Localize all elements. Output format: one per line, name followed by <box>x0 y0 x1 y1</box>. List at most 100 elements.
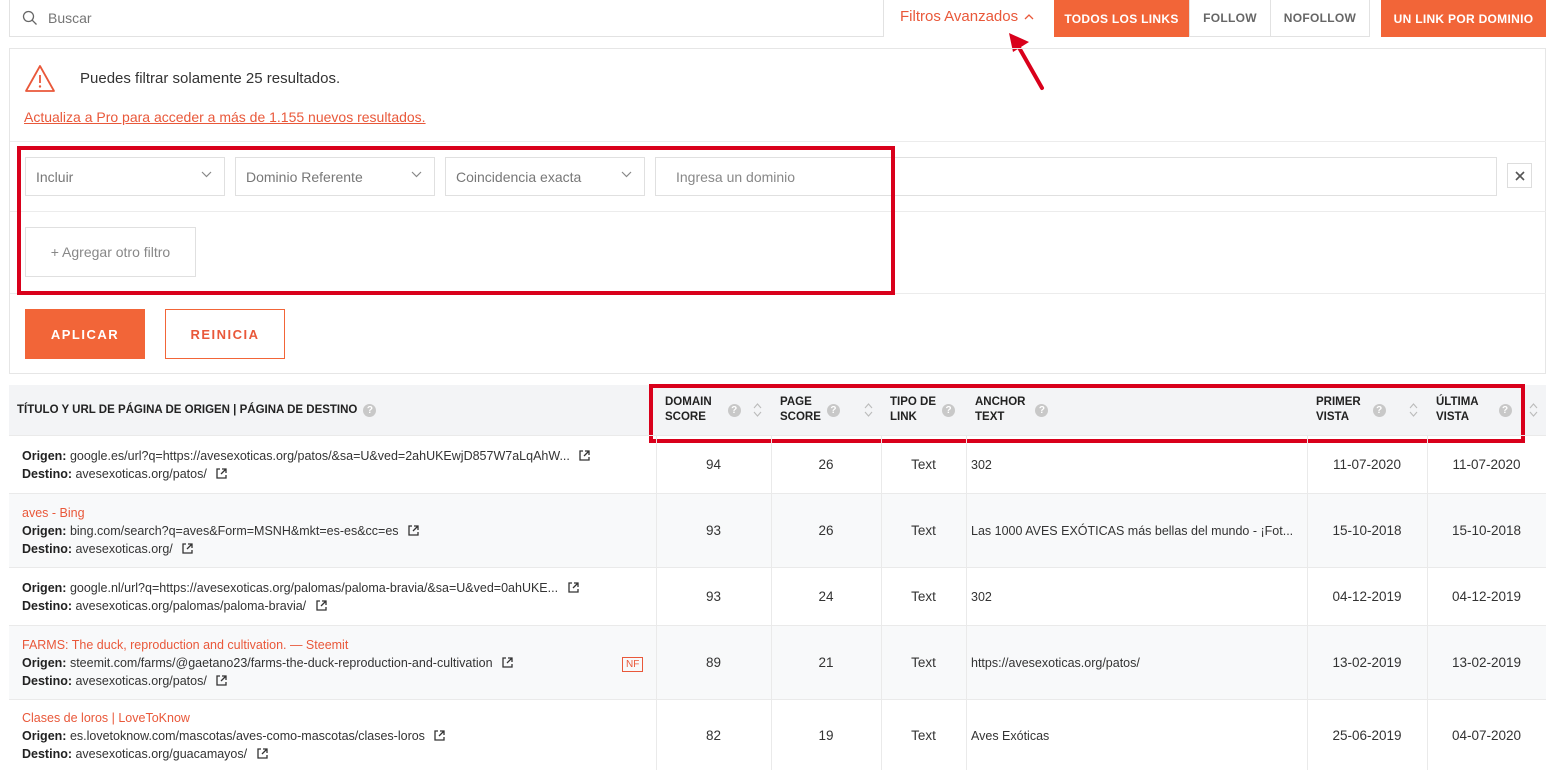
limit-notice: Puedes filtrar solamente 25 resultados. <box>80 70 341 87</box>
last-seen-cell: 15-10-2018 <box>1451 523 1522 538</box>
origin-url[interactable]: bing.com/search?q=aves&Form=MSNH&mkt=es-… <box>70 524 399 538</box>
destination-label: Destino: <box>22 467 72 481</box>
domain-score-cell: 94 <box>705 457 722 472</box>
destination-label: Destino: <box>22 674 72 688</box>
domain-score-cell: 93 <box>705 523 722 538</box>
external-link-icon[interactable] <box>256 748 268 759</box>
link-type-cell: Text <box>911 728 936 743</box>
link-type-cell: Text <box>911 655 936 670</box>
table-row: Origen: google.es/url?q=https://avesexot… <box>9 435 1546 493</box>
upgrade-link[interactable]: Actualiza a Pro para acceder a más de 1.… <box>24 109 426 125</box>
reset-button[interactable]: REINICIA <box>165 309 285 359</box>
origin-line: Origen: bing.com/search?q=aves&Form=MSNH… <box>22 522 419 540</box>
chevron-up-icon <box>1024 13 1034 19</box>
origin-url[interactable]: steemit.com/farms/@gaetano23/farms-the-d… <box>70 656 493 670</box>
destination-line: Destino: avesexoticas.org/patos/ <box>22 672 513 690</box>
destination-line: Destino: avesexoticas.org/ <box>22 540 419 558</box>
link-type-cell: Text <box>911 589 936 604</box>
origin-line: Origen: google.nl/url?q=https://avesexot… <box>22 579 579 597</box>
col-source[interactable]: TÍTULO Y URL DE PÁGINA DE ORIGEN | PÁGIN… <box>17 385 377 435</box>
search-icon <box>22 10 37 25</box>
source-cell: Origen: google.nl/url?q=https://avesexot… <box>22 579 579 615</box>
origin-label: Origen: <box>22 656 67 670</box>
destination-line: Destino: avesexoticas.org/guacamayos/ <box>22 745 445 763</box>
origin-url[interactable]: google.es/url?q=https://avesexoticas.org… <box>70 449 570 463</box>
external-link-icon[interactable] <box>216 675 227 686</box>
divider <box>10 141 1546 142</box>
origin-line: Origen: es.lovetoknow.com/mascotas/aves-… <box>22 727 446 745</box>
domain-score-cell: 93 <box>705 589 722 604</box>
last-seen-cell: 04-07-2020 <box>1451 728 1522 743</box>
help-icon[interactable]: ? <box>363 403 377 417</box>
search-input[interactable] <box>46 9 806 27</box>
page-score-cell: 19 <box>818 728 834 743</box>
col-source-label: TÍTULO Y URL DE PÁGINA DE ORIGEN | PÁGIN… <box>17 403 358 416</box>
destination-url[interactable]: avesexoticas.org/patos/ <box>75 674 206 688</box>
tab-follow[interactable]: FOLLOW <box>1189 0 1271 37</box>
external-link-icon[interactable] <box>567 582 579 593</box>
cell-divider <box>966 568 967 625</box>
origin-label: Origen: <box>22 449 67 463</box>
remove-filter-button[interactable] <box>1507 163 1532 188</box>
source-title-link[interactable]: aves - Bing <box>22 506 85 520</box>
filter-highlight-box <box>17 146 895 295</box>
anchor-text-cell: Las 1000 AVES EXÓTICAS más bellas del mu… <box>971 524 1294 538</box>
destination-label: Destino: <box>22 542 72 556</box>
external-link-icon[interactable] <box>182 543 193 554</box>
source-cell: Clases de loros | LoveToKnow Origen: es.l… <box>22 709 446 763</box>
origin-line: Origen: steemit.com/farms/@gaetano23/far… <box>22 654 513 672</box>
external-link-icon[interactable] <box>502 657 513 668</box>
tab-all-links[interactable]: TODOS LOS LINKS <box>1054 0 1189 37</box>
first-seen-cell: 11-07-2020 <box>1332 457 1402 472</box>
advanced-filters-toggle[interactable]: Filtros Avanzados <box>900 8 1034 25</box>
destination-url[interactable]: avesexoticas.org/palomas/paloma-bravia/ <box>75 599 306 613</box>
apply-button[interactable]: APLICAR <box>25 309 145 359</box>
destination-label: Destino: <box>22 747 72 761</box>
origin-line: Origen: google.es/url?q=https://avesexot… <box>22 447 591 465</box>
anchor-text-cell: https://avesexoticas.org/patos/ <box>971 656 1140 670</box>
close-icon <box>1514 170 1525 181</box>
anchor-text-cell: 302 <box>971 458 992 472</box>
advanced-filters-label: Filtros Avanzados <box>900 8 1019 25</box>
source-title-link[interactable]: FARMS: The duck, reproduction and cultiv… <box>22 638 348 652</box>
cell-divider <box>966 494 967 567</box>
link-type-cell: Text <box>911 523 936 538</box>
source-cell: Origen: google.es/url?q=https://avesexot… <box>22 447 591 483</box>
search-box[interactable] <box>9 0 884 37</box>
source-title-link[interactable]: Clases de loros | LoveToKnow <box>22 711 190 725</box>
table-row: FARMS: The duck, reproduction and cultiv… <box>9 625 1546 699</box>
first-seen-cell: 04-12-2019 <box>1332 589 1402 604</box>
tab-nofollow[interactable]: NOFOLLOW <box>1270 0 1370 37</box>
origin-label: Origen: <box>22 729 67 743</box>
warning-icon <box>25 65 55 92</box>
first-seen-cell: 25-06-2019 <box>1332 728 1402 743</box>
cell-divider <box>966 436 967 493</box>
external-link-icon[interactable] <box>579 450 591 461</box>
external-link-icon[interactable] <box>315 600 327 611</box>
page-score-cell: 26 <box>818 523 834 538</box>
first-seen-cell: 13-02-2019 <box>1332 655 1402 670</box>
table-row: Origen: google.nl/url?q=https://avesexot… <box>9 567 1546 625</box>
destination-url[interactable]: avesexoticas.org/guacamayos/ <box>75 747 247 761</box>
origin-url[interactable]: google.nl/url?q=https://avesexoticas.org… <box>70 581 558 595</box>
destination-line: Destino: avesexoticas.org/patos/ <box>22 465 590 483</box>
sort-icon[interactable] <box>1529 402 1538 418</box>
source-cell: aves - Bing Origen: bing.com/search?q=ave… <box>22 504 419 558</box>
one-link-per-domain-button[interactable]: UN LINK POR DOMINIO <box>1381 0 1546 37</box>
external-link-icon[interactable] <box>408 525 419 536</box>
anchor-text-cell: 302 <box>971 590 992 604</box>
page-score-cell: 21 <box>818 655 834 670</box>
domain-score-cell: 89 <box>705 655 722 670</box>
domain-score-cell: 82 <box>705 728 722 743</box>
external-link-icon[interactable] <box>216 468 227 479</box>
origin-url[interactable]: es.lovetoknow.com/mascotas/aves-como-mas… <box>70 729 425 743</box>
nofollow-badge: NF <box>622 657 644 672</box>
external-link-icon[interactable] <box>434 730 446 741</box>
cell-divider <box>966 700 967 770</box>
destination-url[interactable]: avesexoticas.org/patos/ <box>75 467 206 481</box>
table-row: Clases de loros | LoveToKnow Origen: es.l… <box>9 699 1546 770</box>
cell-divider <box>966 626 967 699</box>
last-seen-cell: 13-02-2019 <box>1451 655 1522 670</box>
page-score-cell: 24 <box>818 589 834 604</box>
destination-url[interactable]: avesexoticas.org/ <box>75 542 172 556</box>
